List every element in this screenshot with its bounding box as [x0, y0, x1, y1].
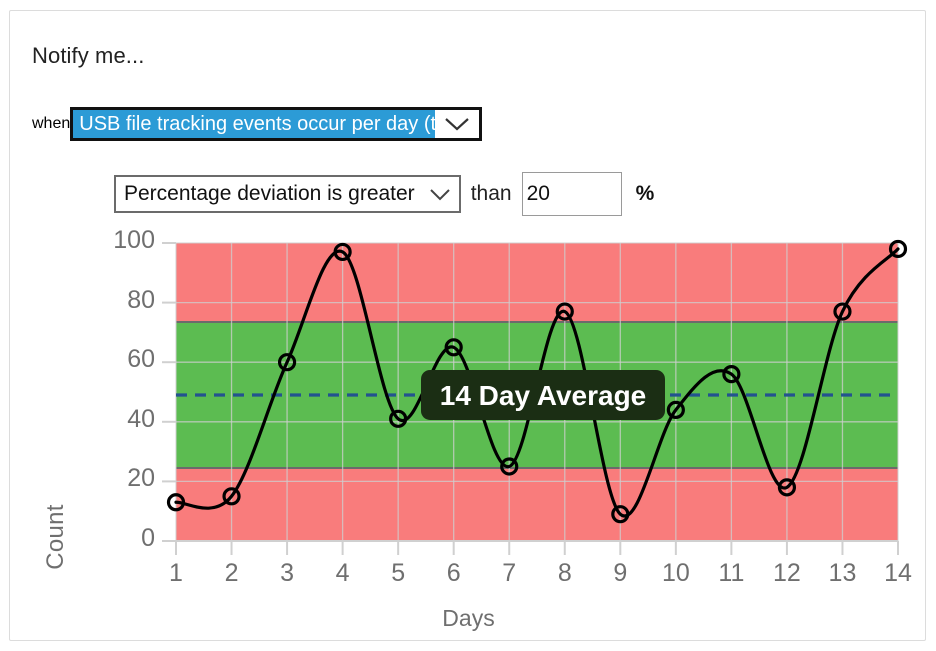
chart-x-axis-label: Days	[442, 605, 495, 631]
condition-select[interactable]: Percentage deviation is greater	[114, 175, 461, 213]
chart-x-tick-label: 2	[224, 559, 239, 587]
chart-y-tick-label: 80	[127, 285, 155, 314]
chart-x-tick-label: 3	[280, 559, 295, 587]
chart-x-tick-label: 10	[661, 559, 690, 587]
when-row: when USB file tracking events occur per …	[32, 107, 483, 141]
notification-rule-card: Notify me... when USB file tracking even…	[9, 10, 926, 641]
metric-select[interactable]: USB file tracking events occur per day (…	[70, 107, 483, 141]
chart-x-tick-label: 13	[828, 559, 857, 587]
chart-x-tick-label: 4	[335, 559, 350, 587]
condition-row: Percentage deviation is greater than %	[114, 172, 654, 216]
chart-y-tick-label: 40	[127, 404, 155, 433]
chart-x-tick-label: 8	[557, 559, 572, 587]
chevron-down-icon[interactable]	[435, 110, 480, 138]
percent-label: %	[635, 182, 655, 205]
chart-x-tick-label: 14	[884, 559, 912, 587]
page-title: Notify me...	[32, 43, 145, 68]
metric-select-value: USB file tracking events occur per day (…	[73, 110, 436, 138]
chart-average-tooltip-label: 14 Day Average	[440, 380, 647, 411]
threshold-input[interactable]	[521, 172, 622, 216]
chart-x-tick-label: 7	[502, 559, 517, 587]
than-label: than	[470, 182, 512, 205]
chevron-down-icon[interactable]	[427, 187, 453, 202]
chart-x-tick-label: 6	[446, 559, 461, 587]
chart-x-tick-label: 5	[391, 559, 406, 587]
chart-x-tick-label: 12	[773, 559, 801, 587]
when-label: when	[32, 115, 71, 132]
chart-x-ticks: 1 2 3 4 5 6 7 8 9 10 11 12 13 14	[10, 223, 925, 587]
chart-y-tick-label: 20	[127, 464, 155, 493]
chart-y-tick-label: 0	[141, 524, 155, 552]
condition-select-value: Percentage deviation is greater	[124, 182, 415, 205]
chart-y-tick-label: 60	[127, 345, 155, 374]
chart-x-tick-label: 9	[613, 559, 628, 587]
chart-x-tick-label: 11	[718, 559, 745, 587]
chart-x-tick-label: 1	[169, 559, 183, 587]
deviation-chart: Count Days 0 20 40 60 80 100 1 2 3 4 5 6 7 8 9 10 11 12 1…	[10, 223, 925, 640]
